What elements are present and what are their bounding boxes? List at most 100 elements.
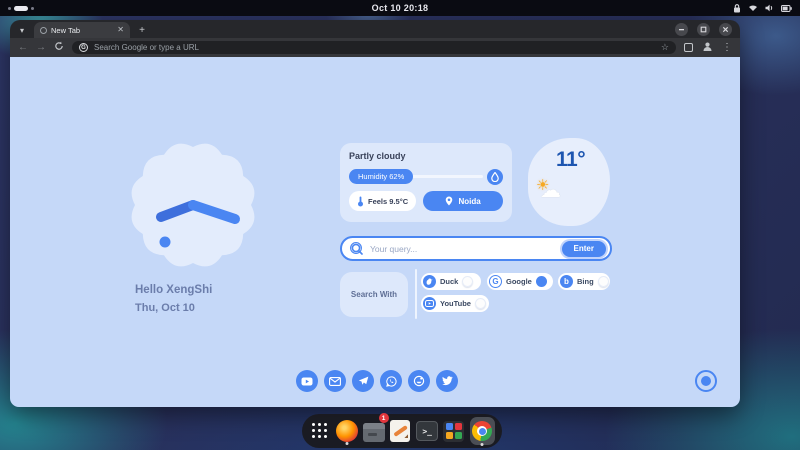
system-clock[interactable]: Oct 10 20:18 — [0, 3, 800, 13]
engine-divider — [415, 269, 417, 319]
greeting-text: Hello XengShi — [135, 284, 213, 296]
mail-icon — [329, 376, 341, 386]
telegram-link[interactable] — [352, 370, 374, 392]
omnibox-placeholder[interactable]: Search Google or type a URL — [94, 43, 655, 52]
engine-label: Bing — [577, 277, 594, 286]
location-pin-icon — [446, 196, 453, 206]
engine-toggle[interactable] — [462, 276, 474, 287]
dock-text-editor-button[interactable] — [390, 418, 412, 444]
dock-terminal-button[interactable]: >_ — [416, 418, 439, 444]
dock-firefox-button[interactable] — [335, 418, 358, 445]
tab-close-icon[interactable]: ✕ — [117, 26, 124, 34]
page-search-bar: Enter — [340, 236, 612, 261]
engine-toggle[interactable] — [474, 298, 486, 309]
duckduckgo-icon — [423, 275, 436, 288]
engine-label: YouTube — [440, 299, 471, 308]
bookmark-star-icon[interactable]: ☆ — [661, 43, 669, 52]
dock: 1 >_ — [302, 413, 502, 448]
engine-option-youtube[interactable]: YouTube — [421, 295, 489, 312]
notification-badge: 1 — [378, 413, 389, 423]
engine-toggle[interactable] — [597, 276, 609, 287]
google-favicon-icon: G — [79, 43, 88, 52]
twitter-link[interactable] — [436, 370, 458, 392]
search-input[interactable] — [370, 243, 556, 254]
system-status-area[interactable] — [733, 3, 792, 13]
running-indicator — [345, 442, 349, 445]
temperature-widget: 11° ☀ ☁ — [528, 138, 610, 226]
analog-clock-widget — [123, 135, 263, 275]
dock-app-store-button[interactable] — [443, 418, 465, 444]
date-text: Thu, Oct 10 — [135, 302, 195, 314]
battery-icon — [781, 4, 792, 12]
humidity-track — [410, 175, 483, 178]
city-name: Noida — [458, 196, 481, 206]
temperature-value: 11° — [556, 148, 586, 171]
tab-favicon-icon — [40, 26, 47, 34]
humidity-droplet-button[interactable] — [487, 168, 503, 185]
weather-card: Partly cloudy Humidity 62% Feels 9.5°C N… — [340, 143, 512, 222]
youtube-icon — [423, 297, 436, 310]
reload-button[interactable] — [54, 41, 64, 54]
droplet-icon — [491, 171, 499, 182]
app-store-icon — [443, 420, 465, 442]
location-button[interactable]: Noida — [423, 191, 503, 211]
toolbar-right-icons: ⋮ — [684, 39, 732, 57]
window-controls — [675, 23, 732, 36]
maximize-icon — [700, 26, 707, 33]
whatsapp-link[interactable] — [380, 370, 402, 392]
new-tab-button[interactable]: + — [134, 23, 150, 37]
new-tab-page: Hello XengShi Thu, Oct 10 Partly cloudy … — [10, 57, 740, 407]
google-icon: G — [489, 275, 502, 288]
back-button[interactable]: ← — [18, 42, 28, 53]
instagram-link[interactable] — [408, 370, 430, 392]
wifi-icon — [748, 4, 758, 12]
minimize-button[interactable] — [675, 23, 688, 36]
dock-archive-button[interactable]: 1 — [362, 413, 389, 444]
system-top-bar: Oct 10 20:18 — [0, 0, 800, 16]
desktop-wallpaper: Oct 10 20:18 ▾ New Tab ✕ + ← → G Search … — [0, 0, 800, 450]
chevron-down-icon: ▾ — [19, 25, 24, 35]
engine-toggle[interactable] — [535, 276, 547, 287]
forward-button[interactable]: → — [36, 42, 46, 53]
bing-icon: b — [560, 275, 573, 288]
tab-search-button[interactable]: ▾ — [14, 23, 30, 37]
engine-option-bing[interactable]: b Bing — [558, 273, 610, 290]
engine-option-google[interactable]: G Google — [487, 273, 553, 290]
close-button[interactable] — [719, 23, 732, 36]
engine-option-duck[interactable]: Duck — [421, 273, 481, 290]
feels-like-pill: Feels 9.5°C — [349, 191, 417, 211]
plus-icon: + — [139, 24, 145, 36]
dock-app-grid-button[interactable] — [309, 418, 331, 444]
extensions-icon[interactable] — [684, 43, 693, 52]
telegram-icon — [358, 376, 368, 385]
twitter-icon — [442, 376, 453, 386]
clock-seconds-dot — [159, 236, 171, 248]
minimize-icon — [679, 29, 684, 31]
weather-condition: Partly cloudy — [349, 151, 406, 161]
running-indicator — [480, 443, 484, 446]
weather-bottom-row: Feels 9.5°C Noida — [349, 191, 503, 211]
maximize-button[interactable] — [697, 23, 710, 36]
browser-menu-icon[interactable]: ⋮ — [722, 42, 732, 53]
partly-sunny-icon: ☀ ☁ — [534, 174, 574, 208]
page-settings-button[interactable] — [695, 370, 717, 392]
search-with-label: Search With — [340, 272, 408, 317]
bullseye-icon — [701, 376, 711, 386]
privacy-indicator-icon — [733, 3, 741, 13]
reload-icon — [55, 41, 63, 50]
omnibox[interactable]: G Search Google or type a URL ☆ — [72, 41, 676, 54]
search-enter-button[interactable]: Enter — [561, 240, 606, 257]
profile-avatar[interactable] — [702, 39, 713, 57]
browser-toolbar: ← → G Search Google or type a URL ☆ ⋮ — [10, 38, 740, 57]
volume-icon — [765, 4, 774, 12]
tab-new-tab[interactable]: New Tab ✕ — [34, 22, 130, 38]
terminal-icon: >_ — [416, 421, 439, 441]
cloud-icon: ☁ — [540, 179, 561, 202]
youtube-icon — [301, 377, 313, 385]
mail-link[interactable] — [324, 370, 346, 392]
youtube-link[interactable] — [296, 370, 318, 392]
whatsapp-icon — [385, 375, 397, 387]
firefox-icon — [335, 420, 358, 442]
humidity-row: Humidity 62% — [349, 168, 503, 185]
dock-chrome-button[interactable] — [469, 417, 495, 446]
